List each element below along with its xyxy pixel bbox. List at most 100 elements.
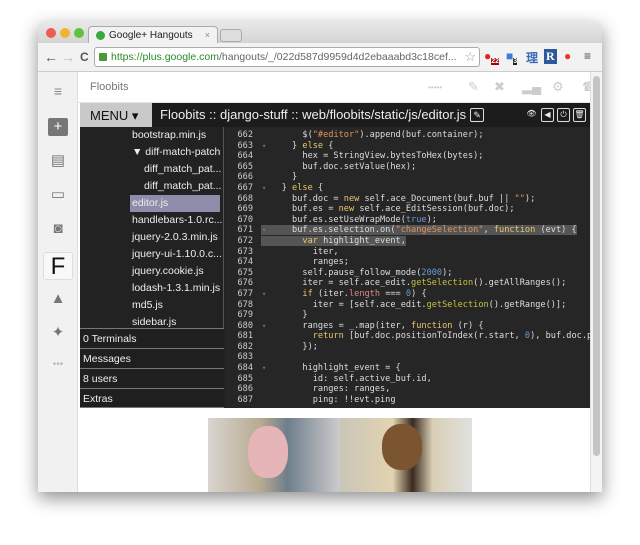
extension-badge-count: 22 bbox=[491, 58, 500, 66]
line-number: 682 bbox=[237, 341, 253, 352]
extension-badge-icon[interactable]: ●22 bbox=[484, 49, 500, 66]
tab-close-icon[interactable]: × bbox=[205, 30, 210, 40]
browser-toolbar: ← → C https://plus.google.com/hangouts/_… bbox=[38, 43, 602, 72]
file-tree-item[interactable]: jquery-2.0.3.min.js bbox=[80, 229, 223, 246]
new-tab-button[interactable] bbox=[220, 29, 242, 42]
code-text: highlight_event = { bbox=[261, 363, 400, 373]
users-panel[interactable]: 8 users bbox=[80, 368, 224, 388]
code-token: iter, bbox=[261, 246, 339, 257]
signal-icon[interactable]: ▂▄ bbox=[522, 79, 541, 95]
file-tree-item[interactable]: jquery.cookie.js bbox=[80, 263, 223, 280]
code-token: iter = [self.ace_edit. bbox=[261, 299, 427, 310]
minimize-window-button[interactable] bbox=[60, 28, 70, 38]
messages-panel[interactable]: Messages bbox=[80, 348, 224, 368]
code-token: buf.es.selection.on( bbox=[261, 225, 396, 236]
code-line: 662 $("#editor").append(buf.container); bbox=[225, 130, 590, 141]
file-tree-item[interactable]: md5.js bbox=[80, 297, 223, 314]
zoom-window-button[interactable] bbox=[74, 28, 84, 38]
code-text: var highlight_event, bbox=[261, 235, 406, 246]
adblock-icon[interactable]: ● bbox=[564, 49, 571, 63]
file-tree-item[interactable]: sidebar.js bbox=[80, 314, 223, 328]
fold-arrow-icon[interactable]: ▾ bbox=[262, 225, 266, 236]
ghostery-count: 3 bbox=[513, 58, 518, 66]
code-line: 685 id: self.active_buf.id, bbox=[225, 374, 590, 385]
hangout-header: Floobits ••••• ✎ ✖ ▂▄ ⚙ ☎ bbox=[78, 72, 598, 103]
participant-video-2[interactable] bbox=[340, 418, 472, 492]
file-tree-item[interactable]: handlebars-1.0.rc.... bbox=[80, 212, 223, 229]
floobits-app: MENU ▾ Floobits :: django-stuff :: web/f… bbox=[80, 103, 590, 408]
effects-icon[interactable]: ✦ bbox=[48, 324, 68, 342]
fold-arrow-icon[interactable]: ▾ bbox=[262, 141, 266, 152]
participant-video-1[interactable] bbox=[208, 418, 340, 492]
kanji-extension-icon[interactable]: 理 bbox=[526, 49, 538, 66]
code-text: buf.doc = new self.ace_Document(buf.buf … bbox=[261, 194, 535, 204]
code-text: id: self.active_buf.id, bbox=[261, 374, 432, 384]
back-button[interactable]: ← bbox=[44, 49, 58, 65]
file-tree: bootstrap.min.js ▼ diff-match-patch diff_m… bbox=[80, 127, 224, 328]
terminals-panel[interactable]: 0 Terminals bbox=[80, 328, 224, 348]
camera-icon[interactable]: ◙ bbox=[48, 220, 68, 238]
code-editor[interactable]: 662 $("#editor").append(buf.container); 6… bbox=[225, 127, 590, 408]
eye-icon[interactable]: 👁 bbox=[525, 108, 538, 122]
camera-off-icon[interactable]: ✖ bbox=[494, 79, 505, 95]
line-number: 667 bbox=[237, 182, 253, 193]
code-token: ranges = _.map(iter, bbox=[261, 320, 412, 331]
code-token: self.ace_Document(buf.buf || bbox=[359, 193, 515, 204]
file-tree-item[interactable]: ▼ diff-match-patch bbox=[80, 144, 223, 161]
r-extension-icon[interactable]: R bbox=[544, 49, 557, 64]
edit-pencil-icon[interactable]: ✎ bbox=[470, 108, 485, 122]
code-token: "" bbox=[514, 193, 525, 204]
code-line: 669 buf.es = new self.ace_EditSession(bu… bbox=[225, 204, 590, 215]
file-tree-item[interactable]: editor.js bbox=[130, 195, 220, 212]
chrome-menu-icon[interactable]: ≡ bbox=[584, 49, 591, 63]
fold-arrow-icon[interactable]: ▾ bbox=[262, 321, 266, 332]
ghostery-icon[interactable]: ■3 bbox=[506, 49, 518, 66]
file-tree-item[interactable]: jquery-ui-1.10.0.c... bbox=[80, 246, 223, 263]
code-token: getSelection bbox=[411, 278, 474, 289]
code-line: 665 buf.doc.setValue(hex); bbox=[225, 162, 590, 173]
fold-arrow-icon[interactable]: ▾ bbox=[262, 363, 266, 374]
scrollbar-thumb[interactable] bbox=[593, 76, 600, 456]
more-icon[interactable]: ••• bbox=[48, 356, 68, 374]
code-line: 666 } bbox=[225, 172, 590, 183]
file-tree-item[interactable]: lodash-1.3.1.min.js bbox=[80, 280, 223, 297]
floobits-app-icon[interactable]: F bbox=[43, 252, 73, 280]
file-tree-item[interactable]: diff_match_pat... bbox=[80, 161, 223, 178]
bookmark-star-icon[interactable]: ☆ bbox=[464, 49, 476, 65]
code-text: ping: !!evt.ping bbox=[261, 395, 396, 405]
power-icon[interactable]: ⏻ bbox=[557, 108, 570, 122]
hamburger-menu-icon[interactable]: ≡ bbox=[48, 82, 68, 100]
file-tree-item[interactable]: bootstrap.min.js bbox=[80, 127, 223, 144]
address-bar[interactable]: https://plus.google.com/hangouts/_/022d5… bbox=[94, 47, 480, 67]
close-window-button[interactable] bbox=[46, 28, 56, 38]
page-scrollbar[interactable] bbox=[590, 72, 602, 492]
code-token: "#editor" bbox=[312, 130, 360, 140]
line-number: 680 bbox=[237, 320, 253, 331]
code-text: } bbox=[261, 172, 297, 182]
code-token: ().getRange()]; bbox=[488, 299, 567, 310]
code-token: ); bbox=[426, 214, 437, 225]
megaphone-icon[interactable]: ◀ bbox=[541, 108, 554, 122]
fold-arrow-icon[interactable]: ▾ bbox=[262, 183, 266, 194]
code-line: 671 ▾ buf.es.selection.on("changeSelectio… bbox=[225, 225, 590, 236]
menu-button[interactable]: MENU ▾ bbox=[80, 103, 152, 127]
trash-icon[interactable]: 🗑 bbox=[573, 108, 586, 122]
drive-icon[interactable]: ▲ bbox=[48, 290, 68, 308]
reload-button[interactable]: C bbox=[80, 50, 89, 64]
code-text: buf.doc.setValue(hex); bbox=[261, 162, 416, 172]
code-line: 682 }); bbox=[225, 342, 590, 353]
code-token: "changeSelection" bbox=[395, 225, 484, 236]
line-number: 673 bbox=[237, 246, 253, 257]
screenshare-icon[interactable]: ▭ bbox=[48, 186, 68, 204]
chat-icon[interactable]: ▤ bbox=[48, 152, 68, 170]
tab-google-hangouts[interactable]: Google+ Hangouts × bbox=[88, 26, 218, 43]
mic-off-icon[interactable]: ✎ bbox=[468, 79, 479, 95]
forward-button[interactable]: → bbox=[61, 49, 75, 65]
extras-panel[interactable]: Extras bbox=[80, 388, 224, 408]
file-tree-item[interactable]: diff_match_pat... bbox=[80, 178, 223, 195]
fold-arrow-icon[interactable]: ▾ bbox=[262, 289, 266, 300]
add-people-icon[interactable]: + bbox=[48, 118, 68, 136]
gear-icon[interactable]: ⚙ bbox=[552, 79, 564, 95]
line-number: 686 bbox=[237, 384, 253, 395]
